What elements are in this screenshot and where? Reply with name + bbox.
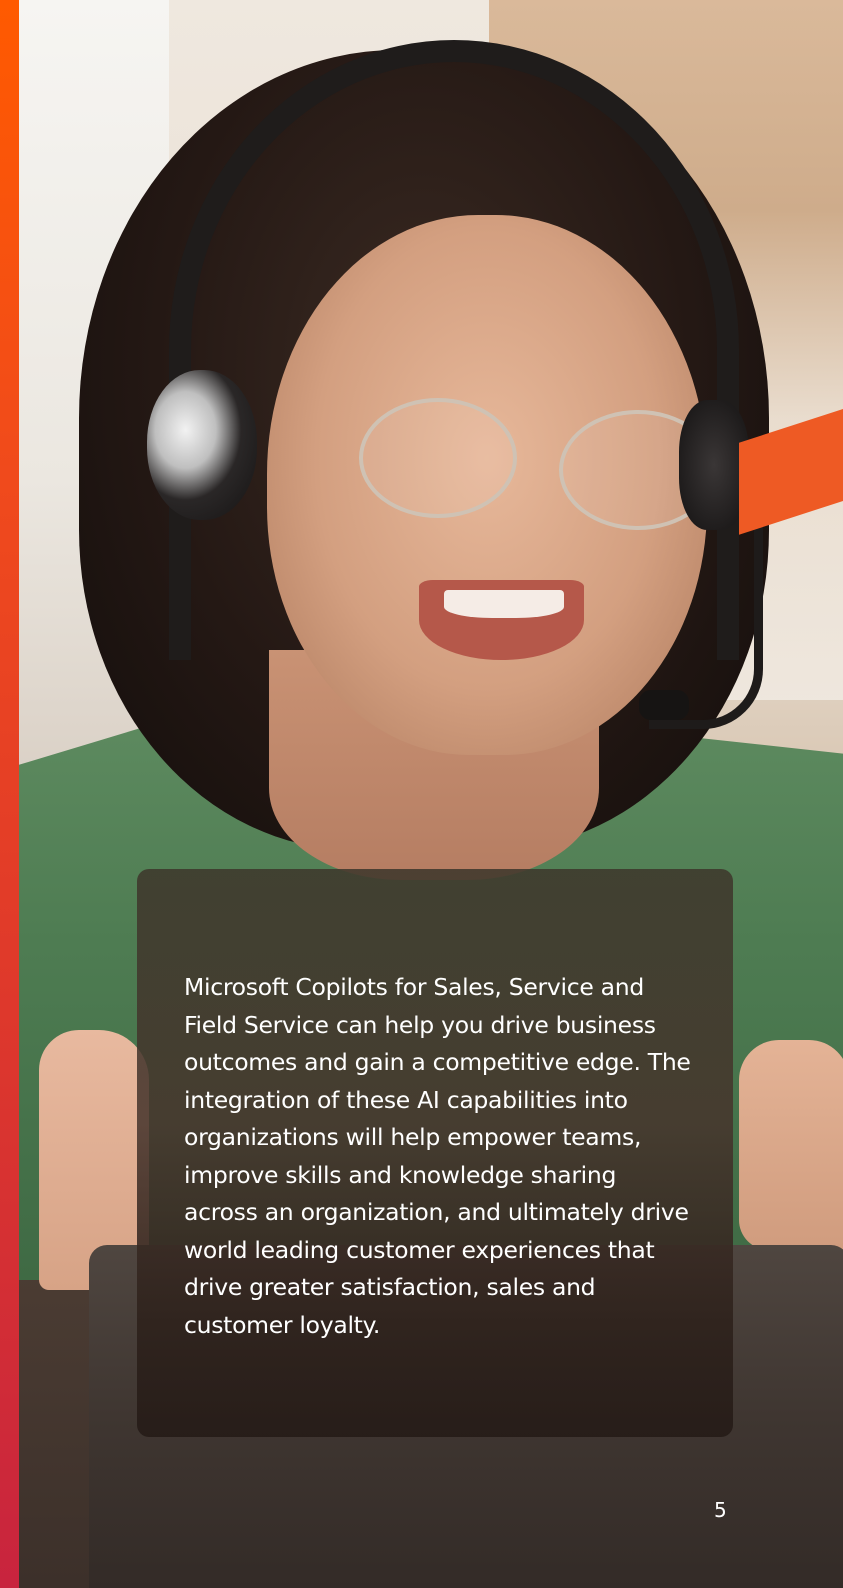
headset-earcup-left: [147, 370, 257, 520]
text-card: Microsoft Copilots for Sales, Service an…: [137, 869, 733, 1437]
left-accent-bar: [0, 0, 19, 1588]
body-paragraph: Microsoft Copilots for Sales, Service an…: [184, 973, 691, 1339]
page-number: 5: [714, 1498, 727, 1522]
person-hand-right: [739, 1040, 843, 1250]
headset-mic-icon: [639, 690, 689, 720]
